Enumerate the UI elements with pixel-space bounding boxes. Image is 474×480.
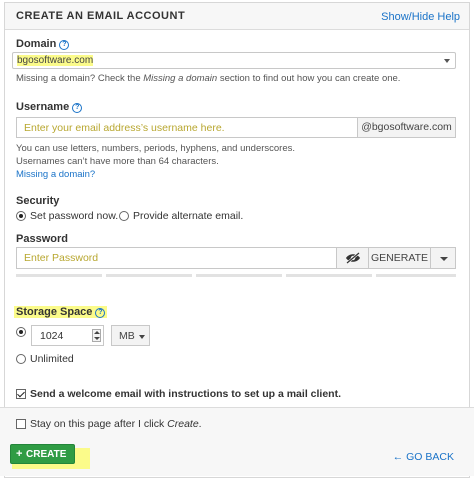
username-label: Username (16, 101, 70, 113)
plus-icon: + (16, 448, 23, 460)
stepper-up-icon (94, 331, 100, 334)
password-field-wrap (16, 247, 337, 269)
storage-radio-unlimited[interactable] (16, 354, 26, 364)
domain-select[interactable]: bgosoftware.com (12, 52, 456, 69)
quota-stepper[interactable] (92, 329, 101, 342)
page-title: CREATE AN EMAIL ACCOUNT (16, 10, 186, 22)
generate-options-button[interactable] (430, 247, 456, 269)
username-help-line1: You can use letters, numbers, periods, h… (16, 143, 296, 154)
storage-unit-select[interactable]: MB (111, 325, 150, 346)
stay-label-after: . (198, 418, 202, 430)
storage-quota-field: 1024 (31, 325, 104, 346)
welcome-email-checkbox[interactable] (16, 389, 26, 399)
password-strength-segment (286, 274, 372, 277)
arrow-left-icon: ← (392, 451, 404, 463)
domain-help-text: Missing a domain? Check the Missing a do… (16, 72, 400, 85)
password-strength-segment (196, 274, 282, 277)
create-button[interactable]: + CREATE (10, 444, 75, 464)
go-back-label: GO BACK (406, 451, 454, 463)
info-circle-icon[interactable]: ? (72, 103, 83, 113)
stay-label-before: Stay on this page after I click (30, 418, 168, 430)
domain-help-after: section to find out how you can create o… (217, 73, 401, 84)
domain-help-em: Missing a domain (143, 73, 218, 84)
domain-help-before: Missing a domain? Check the (16, 73, 144, 84)
security-option-alternate[interactable]: Provide alternate email. (133, 210, 243, 222)
password-strength-segment (16, 274, 102, 277)
security-option-set-now[interactable]: Set password now. (30, 210, 118, 222)
domain-label-row: Domain? (16, 38, 70, 50)
show-hide-help-link[interactable]: Show/Hide Help (381, 11, 460, 23)
welcome-email-label[interactable]: Send a welcome email with instructions t… (30, 388, 341, 400)
username-help-line2: Usernames can’t have more than 64 charac… (16, 156, 219, 167)
stay-on-page-checkbox[interactable] (16, 419, 26, 429)
caret-down-icon (440, 257, 448, 261)
password-strength-segment (106, 274, 192, 277)
password-label: Password (16, 233, 68, 245)
storage-space-label: Storage Space (16, 306, 93, 318)
username-field-wrap (16, 117, 358, 138)
username-label-row: Username? (16, 101, 83, 113)
stepper-down-icon (94, 337, 100, 340)
domain-selected-value: bgosoftware.com (17, 55, 94, 66)
security-radio-alternate[interactable] (119, 211, 129, 221)
storage-unit-label: MB (119, 330, 135, 342)
stay-label-em: Create (167, 418, 199, 430)
missing-domain-link[interactable]: Missing a domain? (16, 168, 295, 181)
panel-header: CREATE AN EMAIL ACCOUNT Show/Hide Help (5, 3, 469, 30)
storage-quota-input[interactable]: 1024 (40, 330, 63, 342)
password-strength-segment (376, 274, 456, 277)
domain-label: Domain (16, 38, 57, 50)
go-back-link[interactable]: ← GO BACK (393, 451, 454, 463)
security-label: Security (16, 195, 60, 207)
password-input[interactable] (17, 248, 336, 268)
storage-label-row: Storage Space? (14, 306, 108, 318)
info-circle-icon[interactable]: ? (59, 40, 70, 50)
generate-password-button[interactable]: GENERATE (368, 247, 431, 269)
info-circle-icon[interactable]: ? (95, 308, 106, 318)
chevron-down-icon (444, 59, 450, 63)
create-button-label: CREATE (26, 449, 67, 460)
caret-down-icon (139, 335, 145, 339)
security-radio-set-now[interactable] (16, 211, 26, 221)
storage-unlimited-label[interactable]: Unlimited (30, 353, 74, 365)
username-help-text: You can use letters, numbers, periods, h… (16, 142, 295, 181)
username-domain-suffix: @bgosoftware.com (357, 117, 456, 138)
toggle-password-visibility-button[interactable] (336, 247, 369, 269)
username-input[interactable] (17, 118, 357, 137)
storage-radio-quota[interactable] (16, 327, 26, 337)
stay-on-page-label[interactable]: Stay on this page after I click Create. (30, 418, 202, 430)
eye-slash-icon (345, 252, 360, 264)
